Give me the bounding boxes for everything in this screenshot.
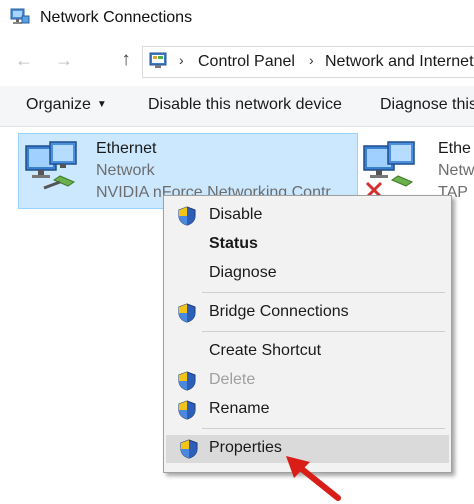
menu-label: Disable [209, 206, 263, 223]
menu-item-diagnose[interactable]: Diagnose [164, 260, 451, 288]
address-bar-row: ← → ↑ › Control Panel › Network and Inte… [0, 40, 474, 82]
adapter-name: Ethe [438, 140, 471, 157]
menu-label: Delete [209, 371, 256, 388]
menu-item-rename[interactable]: Rename [164, 396, 451, 424]
window-title: Network Connections [40, 9, 193, 26]
uac-shield-icon [178, 206, 196, 226]
address-bar[interactable]: › Control Panel › Network and Internet [142, 46, 474, 78]
diagnose-connection-button[interactable]: Diagnose this [380, 96, 474, 114]
disable-network-device-button[interactable]: Disable this network device [148, 96, 342, 114]
menu-label: Bridge Connections [209, 303, 349, 320]
context-menu: Disable Status Diagnose Bridge Connectio… [163, 195, 452, 473]
menu-item-bridge-connections[interactable]: Bridge Connections [164, 299, 451, 327]
command-bar: Organize ▼ Disable this network device Di… [0, 86, 474, 127]
adapter-status: Netw [438, 162, 474, 179]
arrow-right-icon[interactable]: → [54, 50, 74, 70]
arrow-left-icon[interactable]: ← [14, 50, 34, 70]
annotation-arrow-icon [286, 456, 341, 501]
organize-label: Organize [26, 96, 91, 113]
chevron-right-icon: › [179, 52, 184, 68]
menu-label: Rename [209, 400, 270, 417]
arrow-up-icon[interactable]: ↑ [116, 50, 136, 70]
breadcrumb-control-panel[interactable]: Control Panel [198, 53, 295, 71]
title-bar: Network Connections [0, 0, 474, 38]
uac-shield-icon [178, 303, 196, 323]
uac-shield-icon [178, 371, 196, 391]
menu-label: Properties [209, 439, 282, 456]
breadcrumb-network-and-internet[interactable]: Network and Internet [325, 53, 474, 71]
menu-label: Status [209, 235, 258, 252]
menu-divider [202, 331, 445, 332]
menu-item-delete: Delete [164, 367, 451, 395]
adapter-name: Ethernet [96, 140, 157, 157]
adapter-status: Network [96, 162, 155, 179]
menu-item-disable[interactable]: Disable [164, 202, 451, 230]
menu-item-create-shortcut[interactable]: Create Shortcut [164, 338, 451, 366]
control-panel-icon [149, 52, 167, 68]
menu-label: Diagnose [209, 264, 277, 281]
uac-shield-icon [180, 439, 198, 459]
uac-shield-icon [178, 400, 196, 420]
caret-down-icon: ▼ [96, 99, 107, 110]
menu-divider [202, 292, 445, 293]
menu-divider [202, 428, 445, 429]
organize-button[interactable]: Organize ▼ [26, 96, 107, 114]
menu-label: Create Shortcut [209, 342, 322, 359]
chevron-right-icon: › [309, 52, 314, 68]
menu-item-status[interactable]: Status [164, 231, 451, 259]
network-adapter-icon [25, 141, 77, 190]
network-connections-icon [10, 8, 30, 24]
